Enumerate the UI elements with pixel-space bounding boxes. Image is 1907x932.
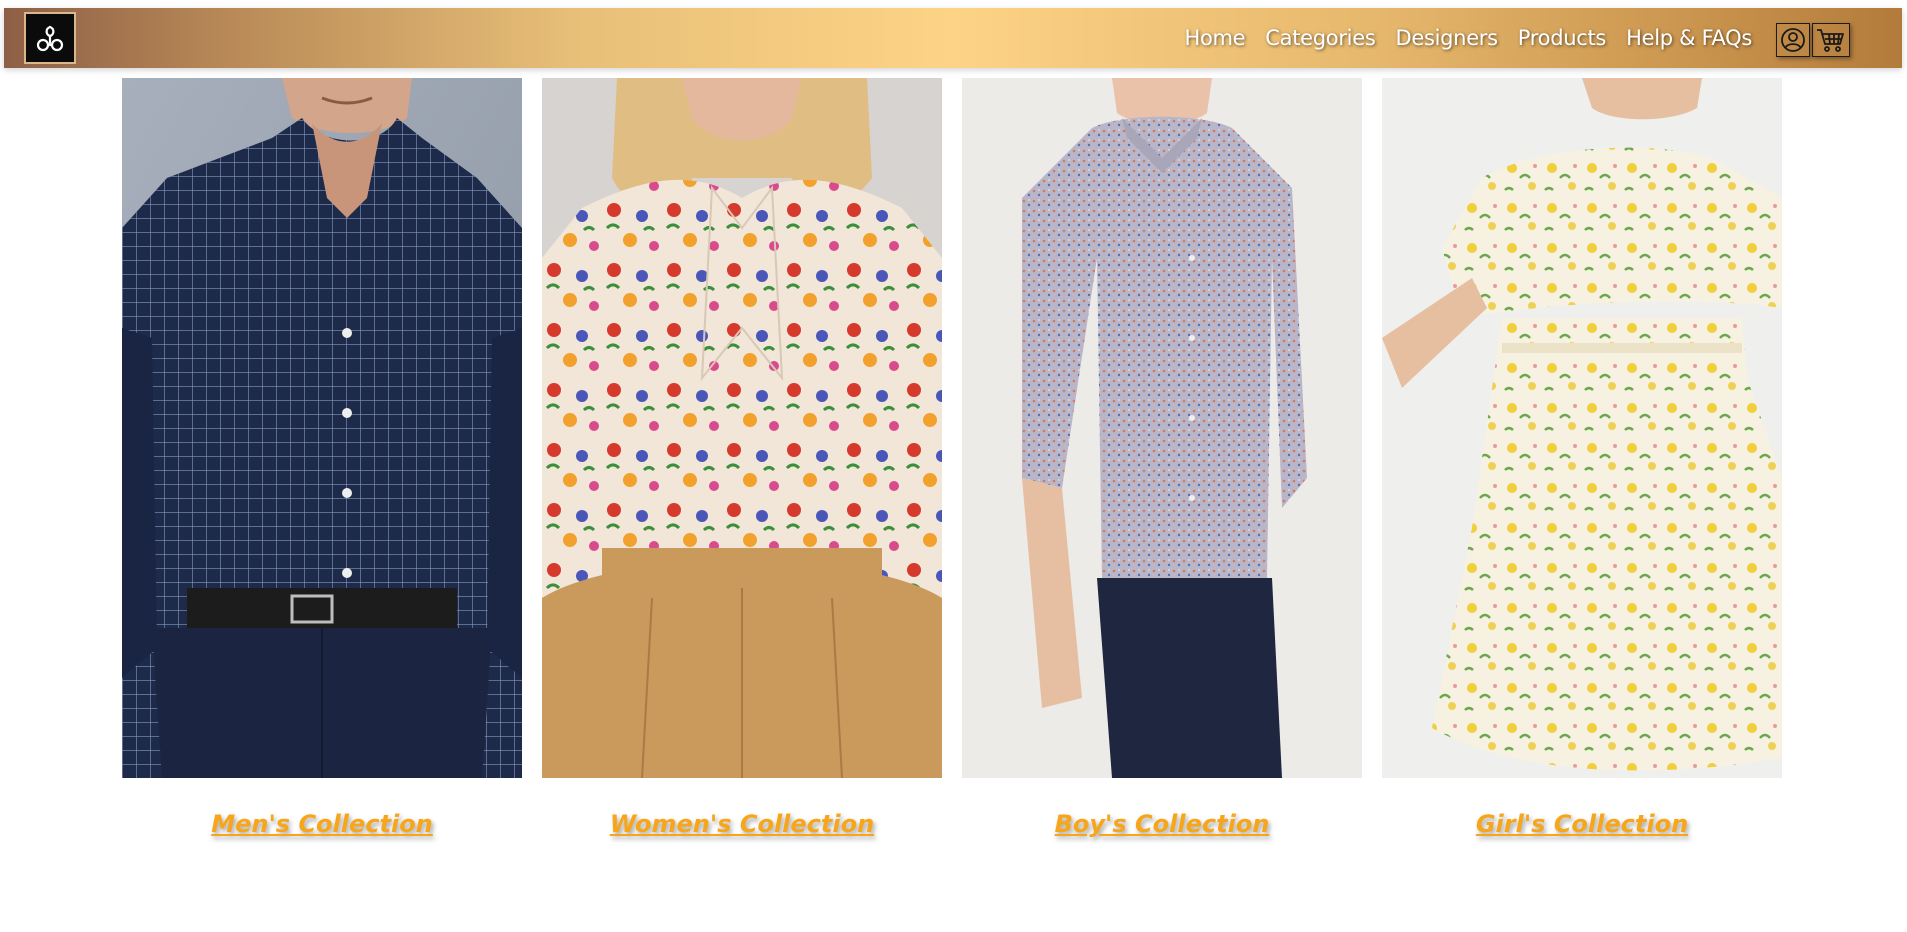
cart-icon bbox=[1817, 29, 1844, 52]
nav-help-faqs[interactable]: Help & FAQs bbox=[1626, 26, 1752, 50]
collection-card-men: Men's Collection bbox=[122, 78, 522, 838]
user-account-button[interactable] bbox=[1776, 23, 1810, 57]
nav-products[interactable]: Products bbox=[1518, 26, 1607, 50]
girl-floral-dress-photo[interactable] bbox=[1382, 78, 1782, 778]
woman-floral-blouse-photo[interactable] bbox=[542, 78, 942, 778]
nav-designers[interactable]: Designers bbox=[1395, 26, 1498, 50]
nav-home[interactable]: Home bbox=[1184, 26, 1245, 50]
collections-grid: Men's Collection Women's Collection Boy'… bbox=[122, 78, 1782, 838]
user-icon bbox=[1781, 28, 1805, 52]
girls-collection-link[interactable]: Girl's Collection bbox=[1382, 810, 1782, 838]
mens-collection-link[interactable]: Men's Collection bbox=[122, 810, 522, 838]
swirl-logo-icon[interactable] bbox=[24, 12, 76, 64]
nav-categories[interactable]: Categories bbox=[1265, 26, 1376, 50]
man-navy-check-shirt-photo[interactable] bbox=[122, 78, 522, 778]
collection-card-girl: Girl's Collection bbox=[1382, 78, 1782, 838]
boys-collection-link[interactable]: Boy's Collection bbox=[962, 810, 1362, 838]
cart-button[interactable] bbox=[1812, 23, 1850, 57]
main-nav: Home Categories Designers Products Help … bbox=[1184, 8, 1752, 68]
womens-collection-link[interactable]: Women's Collection bbox=[542, 810, 942, 838]
top-navbar: Home Categories Designers Products Help … bbox=[4, 8, 1902, 68]
collection-card-boy: Boy's Collection bbox=[962, 78, 1362, 838]
boy-floral-shirt-photo[interactable] bbox=[962, 78, 1362, 778]
collection-card-women: Women's Collection bbox=[542, 78, 942, 838]
